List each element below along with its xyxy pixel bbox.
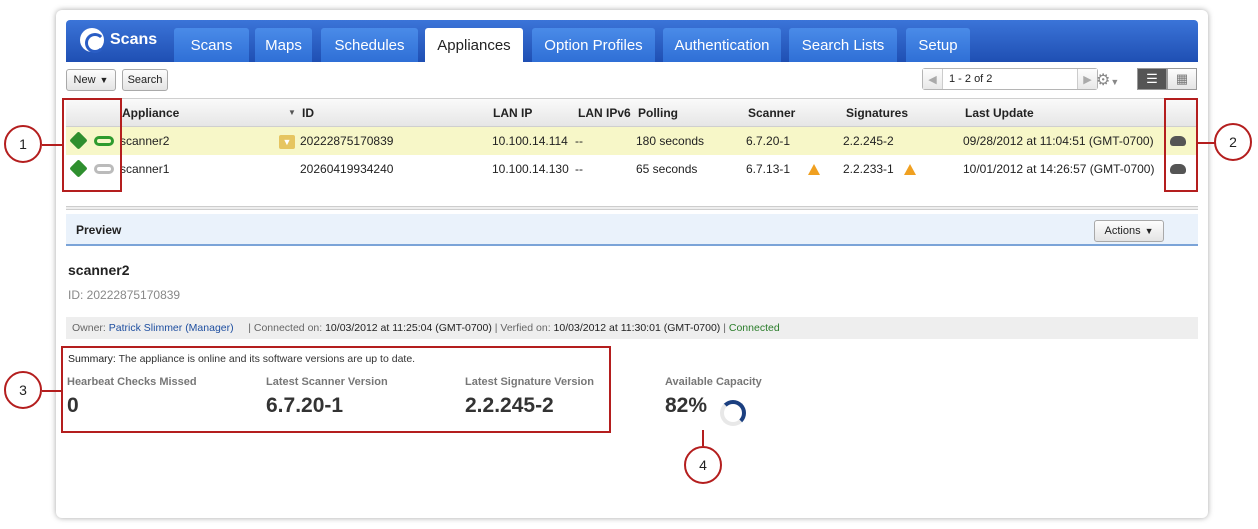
tab-authentication[interactable]: Authentication — [663, 28, 781, 62]
callout-box-1 — [62, 98, 122, 192]
chevron-down-icon: ▼ — [1144, 226, 1154, 236]
tab-maps[interactable]: Maps — [255, 28, 312, 62]
row-last-update: 10/01/2012 at 14:26:57 (GMT-0700) — [963, 162, 1155, 176]
pager-text: 1 - 2 of 2 — [949, 73, 993, 85]
callout-line-2 — [1198, 142, 1215, 144]
col-signatures[interactable]: Signatures — [846, 99, 908, 127]
row-scanner: 6.7.20-1 — [746, 134, 791, 148]
col-scanner[interactable]: Scanner — [748, 99, 795, 127]
capacity-donut — [720, 400, 746, 426]
callout-bubble-2: 2 — [1214, 123, 1252, 161]
table-row[interactable]: scanner2 ▼ 20222875170839 10.100.14.114 … — [66, 127, 1198, 155]
row-lan-ip: 10.100.14.130 — [492, 162, 569, 176]
row-polling: 65 seconds — [636, 162, 698, 176]
verified-on: 10/03/2012 at 11:30:01 (GMT-0700) — [553, 322, 721, 334]
col-lan-ipv6[interactable]: LAN IPv6 — [578, 99, 631, 127]
appliance-id: ID: 20222875170839 — [68, 288, 181, 302]
tab-appliances[interactable]: Appliances — [425, 28, 523, 62]
row-lan-ipv6: -- — [575, 162, 583, 176]
appliance-info-bar: Owner: Patrick Slimmer (Manager) | Conne… — [66, 317, 1198, 339]
callout-box-3 — [61, 346, 611, 433]
callout-bubble-1: 1 — [4, 125, 42, 163]
new-label: New — [73, 74, 96, 86]
grid-header: Appliance ▼ ID LAN IP LAN IPv6 Polling S… — [66, 98, 1198, 127]
preview-header: Preview — [66, 214, 1198, 246]
row-appliance[interactable]: scanner2 — [120, 127, 169, 155]
actions-button[interactable]: Actions ▼ — [1094, 220, 1164, 242]
logo-text: Scans — [110, 31, 158, 48]
tab-option-profiles[interactable]: Option Profiles — [532, 28, 655, 62]
pane-splitter[interactable] — [66, 206, 1198, 210]
prev-page-icon[interactable]: ◀ — [923, 69, 943, 89]
list-view-icon[interactable]: ☰ — [1137, 68, 1167, 90]
scans-logo[interactable]: Scans — [80, 27, 157, 53]
connected-on: 10/03/2012 at 11:25:04 (GMT-0700) — [325, 322, 492, 334]
preview-title: Preview — [76, 223, 122, 237]
connected-label: | Connected on: — [248, 322, 323, 334]
row-signatures: 2.2.233-1 — [843, 162, 894, 176]
appliances-window: Scans Scans Maps Schedules Appliances Op… — [56, 10, 1208, 518]
callout-bubble-4: 4 — [684, 446, 722, 484]
row-signatures: 2.2.245-2 — [843, 134, 894, 148]
status-text: Connected — [728, 322, 780, 334]
owner-link[interactable]: Patrick Slimmer (Manager) — [109, 322, 234, 334]
callout-box-2 — [1164, 98, 1198, 192]
callout-line-3 — [42, 390, 61, 392]
tab-schedules[interactable]: Schedules — [321, 28, 418, 62]
warning-icon — [904, 163, 916, 176]
pager[interactable]: ◀ 1 - 2 of 2 ▶ — [922, 68, 1098, 90]
gear-icon[interactable]: ⚙▼ — [1096, 70, 1119, 90]
tab-scans[interactable]: Scans — [174, 28, 249, 62]
top-nav: Scans Scans Maps Schedules Appliances Op… — [66, 20, 1198, 62]
callout-line-4 — [702, 430, 704, 446]
tab-setup[interactable]: Setup — [906, 28, 970, 62]
row-lan-ip: 10.100.14.114 — [492, 134, 568, 148]
warning-icon — [808, 163, 820, 176]
row-polling: 180 seconds — [636, 134, 705, 148]
search-button[interactable]: Search — [122, 69, 168, 91]
scans-logo-icon — [80, 28, 105, 53]
col-appliance[interactable]: Appliance — [122, 99, 179, 127]
row-id: 20260419934240 — [300, 162, 394, 176]
metric-value: 82% — [665, 394, 708, 417]
owner-label: Owner: — [72, 322, 106, 334]
col-lan-ip[interactable]: LAN IP — [493, 99, 532, 127]
verified-label: | Verfied on: — [494, 322, 551, 334]
table-row[interactable]: scanner1 20260419934240 10.100.14.130 --… — [66, 155, 1198, 183]
row-id: 20222875170839 — [300, 134, 394, 148]
row-scanner: 6.7.13-1 — [746, 162, 791, 176]
metric-capacity: Available Capacity 82% — [665, 376, 762, 418]
chevron-down-icon: ▼ — [99, 75, 109, 85]
callout-line-1 — [42, 144, 62, 146]
actions-label: Actions — [1104, 225, 1141, 237]
appliance-name: scanner2 — [68, 262, 130, 278]
col-id[interactable]: ID — [302, 99, 314, 127]
metric-label: Available Capacity — [665, 376, 762, 388]
new-button[interactable]: New ▼ — [66, 69, 116, 91]
col-last-update[interactable]: Last Update — [965, 99, 1034, 127]
row-menu-icon[interactable]: ▼ — [279, 134, 295, 149]
callout-bubble-3: 3 — [4, 371, 42, 409]
sort-desc-icon[interactable]: ▼ — [288, 99, 296, 127]
col-polling[interactable]: Polling — [638, 99, 678, 127]
grid-view-icon[interactable]: ▦ — [1167, 68, 1197, 90]
row-lan-ipv6: -- — [575, 134, 583, 148]
row-appliance[interactable]: scanner1 — [120, 155, 169, 183]
next-page-icon[interactable]: ▶ — [1077, 69, 1097, 89]
row-last-update: 09/28/2012 at 11:04:51 (GMT-0700) — [963, 134, 1154, 148]
tab-search-lists[interactable]: Search Lists — [789, 28, 897, 62]
